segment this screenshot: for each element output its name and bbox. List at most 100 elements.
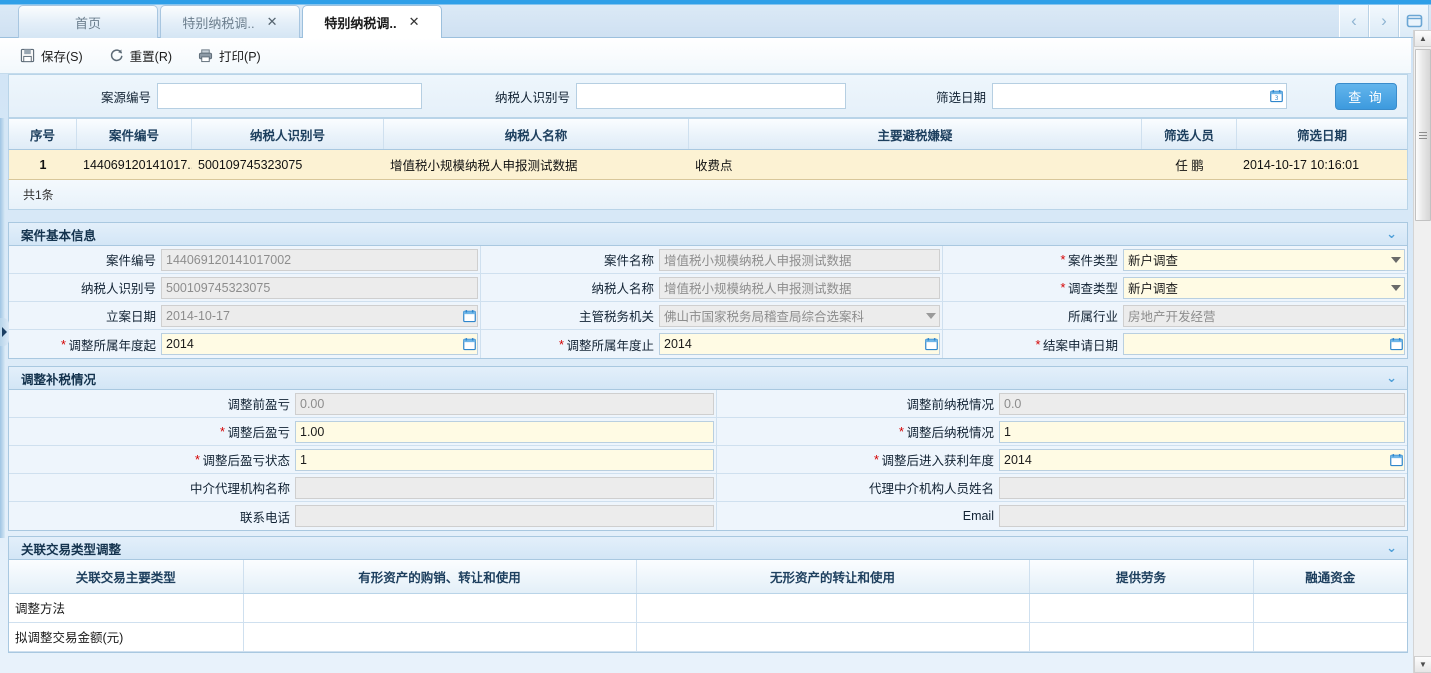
cell-intangible[interactable] [636,622,1030,652]
filter-date-input[interactable] [992,83,1287,109]
cell-tangible[interactable] [243,593,637,623]
taxpayer-id-label: 纳税人识别号 [80,282,156,296]
adjust-year-to-input[interactable] [659,333,940,355]
nav-prev-button[interactable]: ‹ [1339,5,1369,37]
pre-tax-label: 调整前纳税情况 [906,398,994,412]
taxpayer-id-input[interactable] [161,276,478,299]
column-header-intangible[interactable]: 无形资产的转让和使用 [636,560,1030,594]
query-button[interactable]: 查 询 [1335,83,1397,110]
scroll-up-button[interactable]: ▲ [1414,30,1431,47]
table-header-row: 关联交易主要类型 有形资产的购销、转让和使用 无形资产的转让和使用 提供劳务 融… [9,560,1407,594]
cell-services[interactable] [1029,593,1254,623]
cell-financing[interactable] [1253,622,1407,652]
reset-button[interactable]: 重置(R) [99,43,182,68]
column-header-main-type[interactable]: 关联交易主要类型 [9,560,244,594]
field-post-profit-state: * 调整后盈亏状态 [9,446,717,473]
field-agency-person: 代理中介机构人员姓名 [717,474,1407,501]
vertical-scrollbar[interactable]: ▲ ▼ [1413,30,1431,673]
calendar-icon[interactable] [1390,338,1403,351]
tab-list: 首页 特别纳税调.. ✕ 特别纳税调.. ✕ [18,5,444,38]
chevron-down-icon[interactable]: ⌄ [1386,540,1397,556]
section-header-case-basic-info[interactable]: 案件基本信息 ⌄ [8,222,1408,246]
section-body-adjust-tax: 调整前盈亏 调整前纳税情况 * 调整后盈亏 [8,390,1408,531]
column-header-tangible[interactable]: 有形资产的购销、转让和使用 [243,560,637,594]
field-case-no: 案件编号 [9,246,481,273]
column-header-taxpayer-name[interactable]: 纳税人名称 [384,119,689,149]
form-row: * 调整后盈亏 * 调整后纳税情况 [9,418,1407,446]
filing-date-input[interactable] [161,304,478,327]
taxpayer-id-input[interactable] [576,83,846,109]
calendar-icon[interactable]: 3 [1270,90,1283,103]
search-panel: 案源编号 纳税人识别号 筛选日期 3 查 询 [8,74,1408,118]
calendar-icon[interactable] [463,338,476,351]
chevron-down-icon[interactable]: ⌄ [1386,370,1397,386]
tab-special-tax-adjustment-2[interactable]: 特别纳税调.. ✕ [302,5,442,38]
scrollbar-thumb[interactable] [1415,49,1431,221]
column-header-seq[interactable]: 序号 [9,119,77,149]
close-icon[interactable]: ✕ [267,16,278,29]
save-button[interactable]: 保存(S) [10,43,93,68]
calendar-icon[interactable] [1390,453,1403,466]
field-filing-date: 立案日期 [9,302,481,329]
taxpayer-name-input[interactable] [659,276,940,299]
adjust-year-from-input[interactable] [161,333,478,355]
adjust-year-from-label: * 调整所属年度起 [9,330,161,358]
agency-name-input[interactable] [295,476,714,499]
chevron-down-icon[interactable]: ⌄ [1386,226,1397,242]
filter-date-field: 筛选日期 3 [852,75,1302,117]
adjust-year-from-label-text: 调整所属年度起 [68,338,156,353]
cell-financing[interactable] [1253,593,1407,623]
column-header-financing[interactable]: 融通资金 [1253,560,1407,594]
section-header-related-transaction[interactable]: 关联交易类型调整 ⌄ [8,536,1408,560]
pre-profit-input[interactable] [295,392,714,415]
print-button[interactable]: 打印(P) [188,43,271,68]
tab-special-tax-adjustment-1[interactable]: 特别纳税调.. ✕ [160,5,300,38]
case-type-label: * 案件类型 [943,246,1123,273]
column-header-taxpayer-id[interactable]: 纳税人识别号 [192,119,384,149]
case-no-input[interactable] [161,248,478,271]
field-post-profit: * 调整后盈亏 [9,418,717,445]
cell-services[interactable] [1029,622,1254,652]
required-star: * [898,424,904,439]
table-row[interactable]: 1 144069120141017... 500109745323075 增值税… [8,150,1408,180]
survey-type-label: * 调查类型 [943,274,1123,301]
close-icon[interactable]: ✕ [409,16,420,29]
case-type-select[interactable] [1123,248,1405,271]
section-title: 案件基本信息 [21,228,97,243]
toolbar: 保存(S) 重置(R) 打印(P) [0,38,1411,74]
section-related-transaction: 关联交易类型调整 ⌄ 关联交易主要类型 有形资产的购销、转让和使用 无形资产的转… [8,536,1408,653]
column-header-services[interactable]: 提供劳务 [1029,560,1254,594]
section-header-adjust-tax[interactable]: 调整补税情况 ⌄ [8,366,1408,390]
column-header-filter-date[interactable]: 筛选日期 [1237,119,1407,149]
column-header-suspicion[interactable]: 主要避税嫌疑 [689,119,1142,149]
cell-suspicion: 收费点 [695,159,733,173]
survey-type-select[interactable] [1123,276,1405,299]
calendar-icon[interactable] [463,309,476,322]
taxpayer-id-field: 纳税人识别号 [434,75,852,117]
cell-intangible[interactable] [636,593,1030,623]
left-panel-toggle[interactable] [0,318,9,346]
post-profit-year-input[interactable] [999,448,1405,471]
field-agency-name: 中介代理机构名称 [9,474,717,501]
tax-authority-select[interactable] [659,304,940,327]
column-header-case-no[interactable]: 案件编号 [77,119,192,149]
post-profit-input[interactable] [295,420,714,443]
email-input[interactable] [999,505,1405,527]
phone-label: 联系电话 [239,510,290,525]
calendar-icon[interactable] [925,338,938,351]
tab-home[interactable]: 首页 [18,5,158,38]
nav-next-button[interactable]: › [1369,5,1399,37]
industry-input[interactable] [1123,304,1405,327]
case-name-input[interactable] [659,248,940,271]
column-header-filter-person[interactable]: 筛选人员 [1142,119,1237,149]
case-source-no-input[interactable] [157,83,422,109]
post-profit-state-input[interactable] [295,448,714,471]
close-apply-date-input[interactable] [1123,333,1405,355]
agency-person-input[interactable] [999,476,1405,499]
field-pre-tax: 调整前纳税情况 [717,390,1407,417]
scroll-down-button[interactable]: ▼ [1414,656,1431,673]
cell-tangible[interactable] [243,622,637,652]
post-tax-input[interactable] [999,420,1405,443]
pre-tax-input[interactable] [999,392,1405,415]
phone-input[interactable] [295,505,714,527]
